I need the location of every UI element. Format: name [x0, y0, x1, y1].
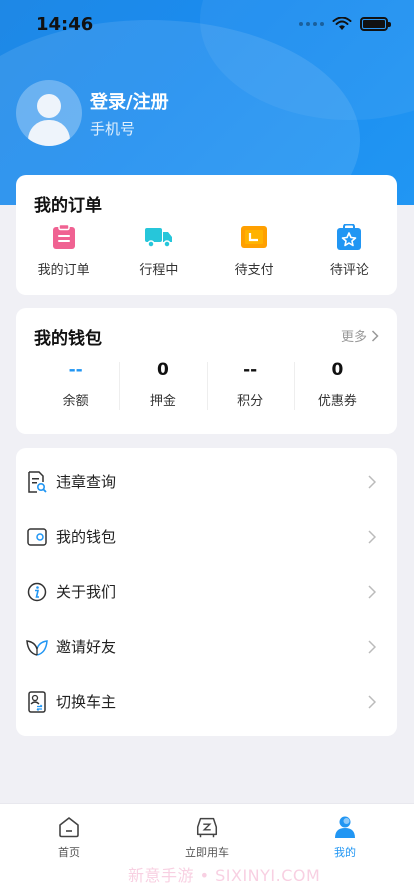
wallet-value: 0 [331, 360, 344, 380]
menu-label: 关于我们 [56, 583, 117, 601]
login-register-link[interactable]: 登录/注册 [90, 88, 169, 114]
wallet-title: 我的钱包 [34, 329, 102, 349]
order-label: 行程中 [139, 263, 179, 278]
chevron-right-icon [371, 329, 379, 342]
orders-card: 我的订单 我的订单 行程中 待支付 待评论 [16, 175, 397, 295]
wallet-label: 优惠券 [317, 394, 357, 409]
wallet-value: 0 [156, 360, 169, 380]
profile-section[interactable]: 登录/注册 手机号 [16, 80, 169, 146]
tab-label: 我的 [334, 846, 356, 859]
wallet-value: -- [68, 360, 83, 380]
chevron-right-icon [365, 584, 379, 599]
wallet-label: 余额 [62, 394, 89, 409]
chevron-right-icon [365, 474, 379, 489]
wifi-icon [332, 17, 352, 30]
phone-label: 手机号 [90, 119, 136, 138]
menu-item-violation-query[interactable]: 违章查询 [16, 454, 397, 509]
car-icon [194, 814, 220, 840]
wallet-card: 我的钱包 更多 -- 余额 0 押金 -- 积分 0 优惠券 [16, 308, 397, 434]
menu-label: 违章查询 [56, 473, 117, 491]
wallet-label: 积分 [237, 394, 264, 409]
tab-home[interactable]: 首页 [0, 804, 138, 896]
leaf-icon [26, 636, 48, 658]
wallet-value: -- [243, 360, 258, 380]
menu-label: 我的钱包 [56, 528, 117, 546]
order-item-all[interactable]: 我的订单 [16, 223, 111, 278]
menu-item-switch-owner[interactable]: 切换车主 [16, 674, 397, 729]
wallet-balance[interactable]: -- 余额 [32, 360, 119, 409]
home-icon [56, 814, 82, 840]
status-icons [299, 17, 391, 31]
order-item-pending-review[interactable]: 待评论 [302, 223, 397, 278]
signal-icon [299, 22, 324, 26]
wallet-deposit[interactable]: 0 押金 [119, 360, 206, 410]
chevron-right-icon [365, 694, 379, 709]
truck-icon [144, 223, 173, 251]
order-item-in-progress[interactable]: 行程中 [111, 223, 206, 278]
tab-label: 立即用车 [185, 846, 229, 859]
menu-label: 切换车主 [56, 693, 117, 711]
status-bar: 14:46 [0, 0, 414, 48]
wallet-points[interactable]: -- 积分 [206, 360, 294, 410]
wallet-label: 押金 [149, 394, 176, 409]
avatar[interactable] [16, 80, 82, 146]
chevron-right-icon [365, 529, 379, 544]
clipboard-icon [50, 223, 78, 251]
menu-card: 违章查询 我的钱包 关于我们 邀请好友 切换车主 [16, 448, 397, 736]
order-label: 待评论 [329, 263, 369, 278]
order-item-pending-payment[interactable]: 待支付 [207, 223, 302, 278]
id-card-icon [26, 690, 48, 713]
menu-item-my-wallet[interactable]: 我的钱包 [16, 509, 397, 564]
chevron-right-icon [365, 639, 379, 654]
battery-icon [360, 17, 391, 31]
tab-label: 首页 [58, 846, 80, 859]
menu-item-invite-friends[interactable]: 邀请好友 [16, 619, 397, 674]
orders-title: 我的订单 [34, 196, 102, 216]
wallet-more-link[interactable]: 更多 [341, 326, 379, 345]
wallet-icon [26, 526, 48, 548]
status-time: 14:46 [36, 13, 94, 35]
order-label: 待支付 [234, 263, 274, 278]
star-bag-icon [335, 223, 363, 251]
watermark: 新意手游 • SIXINYI.COM [128, 866, 321, 885]
user-icon [332, 814, 358, 840]
menu-label: 邀请好友 [56, 638, 117, 656]
order-label: 我的订单 [37, 263, 90, 278]
wallet-coupons[interactable]: 0 优惠券 [293, 360, 381, 410]
wallet-icon [240, 223, 268, 251]
document-search-icon [26, 470, 48, 493]
info-icon [26, 581, 48, 603]
more-label: 更多 [340, 330, 367, 345]
menu-item-about-us[interactable]: 关于我们 [16, 564, 397, 619]
